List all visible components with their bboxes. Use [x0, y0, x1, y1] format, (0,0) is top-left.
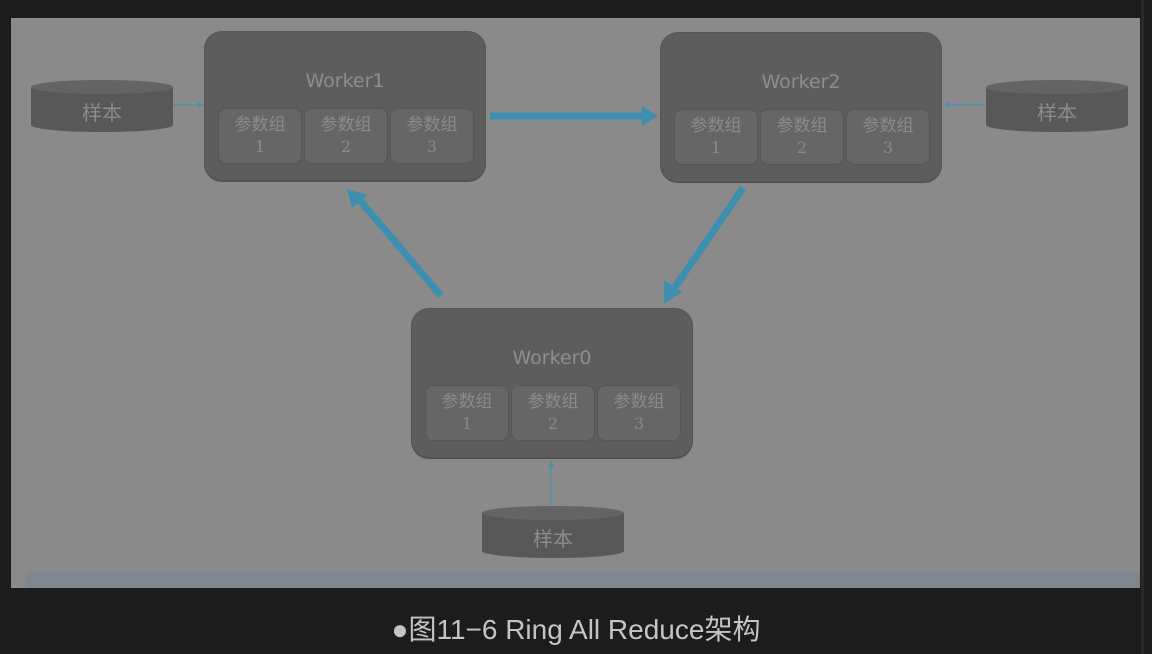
parameter-group-label: 参数组	[234, 115, 286, 135]
parameter-group-3: 参数组 3	[846, 109, 930, 165]
parameter-group-2: 参数组 2	[760, 109, 844, 165]
figure-caption: ●图11−6 Ring All Reduce架构	[391, 614, 761, 645]
parameter-group-3: 参数组 3	[390, 108, 474, 164]
worker-title: Worker1	[305, 70, 385, 92]
sample-label: 样本	[82, 101, 122, 125]
ring-arrow-w1-to-w2	[490, 106, 658, 126]
parameter-group-3: 参数组 3	[597, 385, 681, 441]
parameter-group-1: 参数组 1	[674, 109, 758, 165]
worker1-node: Worker1 参数组 1 参数组 2 参数组 3	[204, 31, 486, 181]
parameter-group-number: 1	[254, 137, 266, 156]
parameter-group-label: 参数组	[320, 115, 372, 135]
feed-arrow-sample-left	[173, 102, 204, 108]
sample-label: 样本	[1037, 101, 1077, 125]
worker-title: Worker2	[761, 71, 841, 93]
sample-database-right: 样本	[986, 80, 1128, 132]
parameter-group-label: 参数组	[690, 116, 742, 136]
feed-arrow-sample-bottom	[548, 460, 554, 505]
ring-arrow-w2-to-w0	[664, 186, 746, 304]
parameter-group-number: 3	[426, 137, 438, 156]
parameter-group-1: 参数组 1	[218, 108, 302, 164]
parameter-group-number: 2	[547, 414, 559, 433]
sample-database-bottom: 样本	[482, 506, 624, 558]
parameter-group-label: 参数组	[441, 392, 493, 412]
parameter-group-label: 参数组	[406, 115, 458, 135]
worker0-node: Worker0 参数组 1 参数组 2 参数组 3	[411, 308, 693, 458]
parameter-group-number: 2	[796, 138, 808, 157]
parameter-group-number: 2	[340, 137, 352, 156]
worker-title: Worker0	[512, 347, 592, 369]
parameter-groups: 参数组 1 参数组 2 参数组 3	[673, 109, 931, 167]
parameter-group-number: 3	[882, 138, 894, 157]
parameter-group-label: 参数组	[613, 392, 665, 412]
feed-arrow-sample-right	[944, 102, 985, 108]
parameter-group-label: 参数组	[776, 116, 828, 136]
parameter-group-number: 1	[461, 414, 473, 433]
parameter-group-number: 1	[710, 138, 722, 157]
parameter-groups: 参数组 1 参数组 2 参数组 3	[424, 385, 682, 443]
sample-database-left: 样本	[31, 80, 173, 132]
ring-arrow-w0-to-w1	[347, 189, 444, 299]
figure-frame: Worker1 参数组 1 参数组 2 参数组 3 Worker2 参数组 1	[0, 0, 1152, 654]
parameter-group-1: 参数组 1	[425, 385, 509, 441]
parameter-group-2: 参数组 2	[304, 108, 388, 164]
worker2-node: Worker2 参数组 1 参数组 2 参数组 3	[660, 32, 942, 182]
parameter-groups: 参数组 1 参数组 2 参数组 3	[217, 108, 475, 166]
sample-label: 样本	[533, 527, 573, 551]
parameter-group-label: 参数组	[527, 392, 579, 412]
parameter-group-number: 3	[633, 414, 645, 433]
parameter-group-label: 参数组	[862, 116, 914, 136]
parameter-group-2: 参数组 2	[511, 385, 595, 441]
